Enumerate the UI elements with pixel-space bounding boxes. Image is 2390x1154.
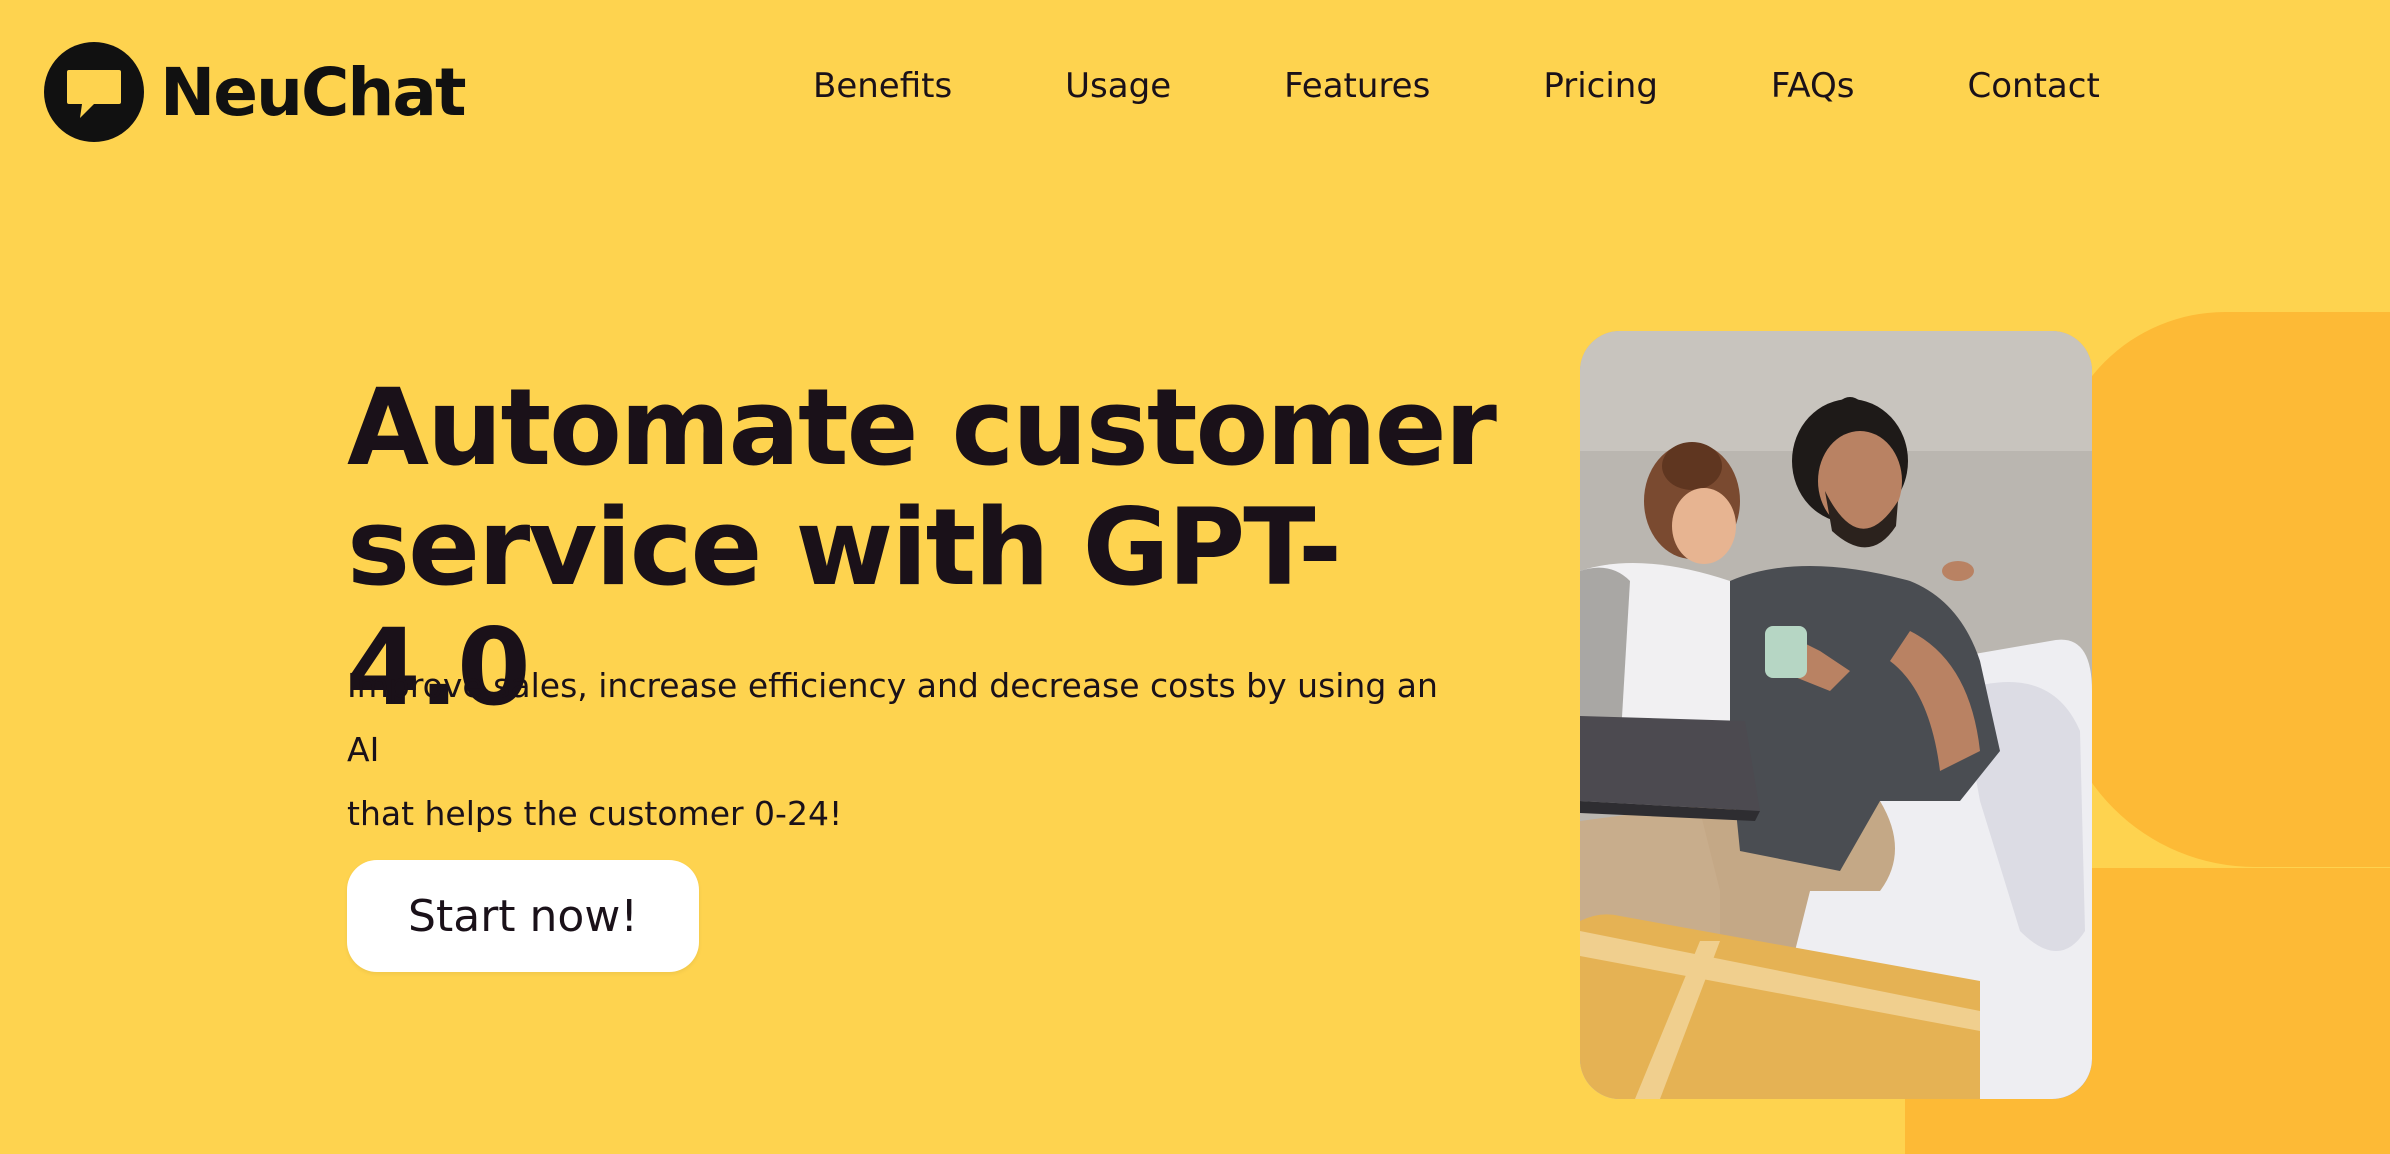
nav-link-benefits[interactable]: Benefits xyxy=(813,66,952,106)
main-nav: Benefits Usage Features Pricing FAQs Con… xyxy=(813,66,2100,106)
nav-link-pricing[interactable]: Pricing xyxy=(1543,66,1658,106)
nav-link-features[interactable]: Features xyxy=(1284,66,1430,106)
hero-headline-line-1: Automate customer xyxy=(347,366,1497,489)
decorative-blob-top xyxy=(2055,312,2390,867)
hero-photo xyxy=(1580,331,2092,1099)
hero-subtitle: Improve sales, increase efficiency and d… xyxy=(347,654,1467,846)
brand-name: NeuChat xyxy=(160,53,466,131)
nav-link-contact[interactable]: Contact xyxy=(1968,66,2100,106)
hero-subtitle-line-1: Improve sales, increase efficiency and d… xyxy=(347,666,1438,769)
hero-subtitle-line-2: that helps the customer 0-24! xyxy=(347,794,843,833)
chat-bubble-icon xyxy=(44,42,144,142)
hero-photo-illustration xyxy=(1580,331,2092,1099)
brand-logo-link[interactable]: NeuChat xyxy=(42,40,466,144)
start-now-button[interactable]: Start now! xyxy=(347,860,699,972)
nav-link-faqs[interactable]: FAQs xyxy=(1771,66,1855,106)
nav-link-usage[interactable]: Usage xyxy=(1065,66,1171,106)
landing-page: NeuChat Benefits Usage Features Pricing … xyxy=(0,0,2390,1154)
